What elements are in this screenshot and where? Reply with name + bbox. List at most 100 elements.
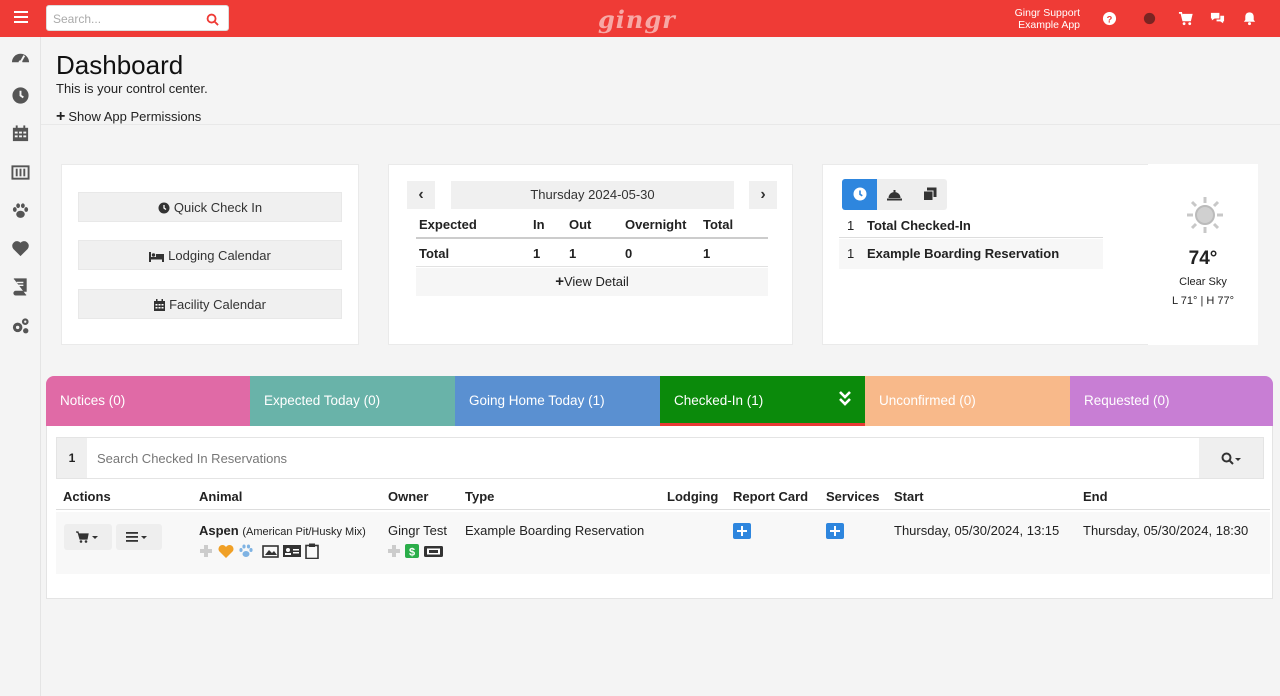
clock-icon[interactable] — [11, 86, 30, 105]
facility-calendar-label: Facility Calendar — [169, 297, 266, 312]
col-start: Start — [894, 489, 924, 504]
tab-requested[interactable]: Requested (0) — [1070, 376, 1273, 426]
tab-expected-today[interactable]: Expected Today (0) — [250, 376, 455, 426]
tab-unconfirmed[interactable]: Unconfirmed (0) — [865, 376, 1070, 426]
menu-dropdown-button[interactable] — [116, 524, 162, 550]
reservation-search-button[interactable] — [1199, 438, 1263, 478]
previous-day-button[interactable]: ‹ — [407, 181, 435, 209]
clock-icon — [853, 187, 866, 201]
cart-dropdown-button[interactable] — [64, 524, 112, 550]
view-detail-link[interactable]: +View Detail — [416, 268, 768, 296]
search-dropdown-icon — [1221, 452, 1241, 465]
row-overnight-value: 0 — [625, 246, 633, 261]
weather-temperature: 74° — [1188, 248, 1218, 269]
hamburger-menu-icon[interactable] — [14, 11, 28, 23]
notification-bell-icon[interactable] — [1242, 11, 1257, 26]
search-placeholder: Search... — [53, 12, 102, 26]
medical-plus-icon — [200, 545, 212, 557]
bed-icon — [149, 252, 165, 262]
col-report-card: Report Card — [733, 489, 809, 504]
weather-condition: Clear Sky — [1179, 276, 1227, 288]
view-detail-label: View Detail — [563, 274, 629, 289]
table-header-divider — [416, 237, 768, 239]
checked-in-view-button[interactable] — [842, 179, 877, 210]
facility-calendar-button[interactable]: Facility Calendar — [78, 289, 342, 319]
calendar-icon[interactable] — [11, 124, 30, 143]
plus-icon: + — [56, 108, 66, 125]
col-actions: Actions — [63, 489, 111, 504]
col-expected: Expected — [419, 217, 477, 232]
date-display[interactable]: Thursday 2024-05-30 — [451, 181, 734, 209]
user-menu[interactable]: Gingr Support Example App — [1000, 7, 1080, 31]
tab-notices[interactable]: Notices (0) — [46, 376, 250, 426]
clock-icon — [158, 202, 170, 214]
owner-icons: $ — [388, 544, 443, 559]
col-type: Type — [465, 489, 495, 504]
row-in-value: 1 — [533, 246, 541, 261]
user-name: Gingr Support — [1014, 7, 1080, 19]
tab-going-home-today[interactable]: Going Home Today (1) — [455, 376, 660, 426]
lodging-view-button[interactable] — [877, 179, 912, 210]
global-search-input[interactable]: Search... — [46, 5, 229, 31]
reservation-type: Example Boarding Reservation — [465, 523, 645, 538]
quick-check-in-label: Quick Check In — [173, 200, 263, 215]
paw-icon[interactable] — [11, 201, 30, 220]
next-day-button[interactable]: › — [749, 181, 777, 209]
col-services: Services — [826, 489, 880, 504]
id-card-icon — [283, 545, 301, 557]
add-service-button[interactable] — [826, 523, 844, 539]
col-out: Out — [569, 217, 592, 232]
animal-icons — [200, 543, 319, 559]
gears-icon[interactable] — [11, 316, 30, 335]
heart-icon[interactable] — [11, 239, 30, 258]
page-title: Dashboard — [56, 50, 184, 80]
dashboard-icon[interactable] — [11, 49, 30, 68]
reservation-search-input[interactable]: Search Checked In Reservations — [97, 451, 287, 466]
book-icon[interactable] — [11, 277, 30, 296]
col-lodging: Lodging — [667, 489, 719, 504]
col-end: End — [1083, 489, 1108, 504]
copy-icon — [922, 187, 936, 201]
gingr-logo[interactable]: gingr — [598, 5, 676, 34]
app-name: Example App — [1018, 19, 1080, 31]
clipboard-icon — [305, 543, 319, 559]
end-datetime: Thursday, 05/30/2024, 18:30 — [1083, 523, 1249, 538]
checked-in-row: 1 Total Checked-In — [839, 211, 1103, 238]
lodging-calendar-button[interactable]: Lodging Calendar — [78, 240, 342, 270]
chat-icon[interactable] — [1210, 11, 1225, 26]
help-icon[interactable]: ? — [1102, 11, 1117, 26]
quick-check-in-button[interactable]: Quick Check In — [78, 192, 342, 222]
paw-icon — [239, 544, 253, 557]
image-icon — [262, 545, 279, 558]
col-overnight: Overnight — [625, 217, 687, 232]
search-icon[interactable] — [206, 13, 219, 26]
reservation-type-label: Example Boarding Reservation — [867, 246, 1060, 261]
copy-view-button[interactable] — [912, 179, 947, 210]
calendar-icon — [154, 299, 166, 311]
status-dot-icon[interactable] — [1142, 11, 1157, 26]
reservation-type-row[interactable]: 1 Example Boarding Reservation — [839, 239, 1103, 269]
medical-plus-icon — [388, 545, 400, 557]
tab-checked-in[interactable]: Checked-In (1) — [660, 376, 865, 426]
row-divider — [416, 266, 768, 267]
col-in: In — [533, 217, 545, 232]
animal-name: Aspen — [199, 523, 239, 538]
svg-text:$: $ — [409, 547, 415, 559]
owner-name[interactable]: Gingr Test — [388, 523, 447, 538]
animal-cell[interactable]: Aspen (American Pit/Husky Mix) — [199, 523, 366, 538]
start-datetime: Thursday, 05/30/2024, 13:15 — [894, 523, 1060, 538]
barcode-icon[interactable] — [11, 163, 30, 182]
add-report-card-button[interactable] — [733, 523, 751, 539]
dollar-icon: $ — [405, 544, 419, 559]
cart-icon[interactable] — [1178, 11, 1193, 26]
row-total-label: Total — [419, 246, 450, 261]
reservation-count: 1 — [57, 438, 87, 478]
page-subtitle: This is your control center. — [56, 81, 208, 96]
reservation-type-count: 1 — [847, 246, 855, 261]
reservation-search-bar: 1 Search Checked In Reservations — [56, 437, 1264, 479]
svg-text:?: ? — [1107, 14, 1113, 24]
double-chevron-down-icon — [839, 391, 851, 406]
tab-checked-in-label: Checked-In (1) — [674, 393, 764, 408]
col-animal: Animal — [199, 489, 243, 504]
col-total: Total — [703, 217, 734, 232]
